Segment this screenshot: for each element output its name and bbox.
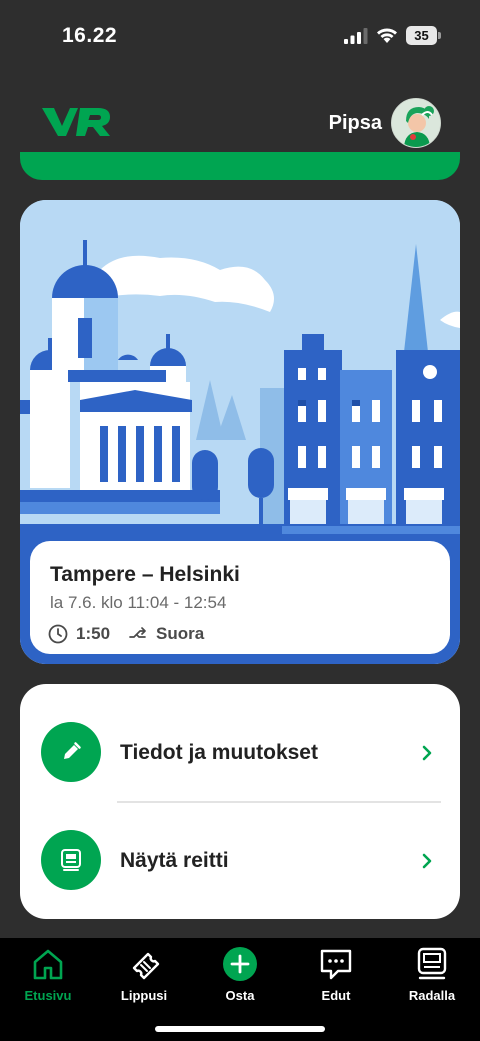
pencil-icon	[64, 742, 81, 759]
direct-route-icon	[129, 627, 146, 638]
trip-meta: 1:50 Suora	[48, 623, 204, 645]
wifi-icon	[377, 28, 397, 43]
chat-bubble-icon	[320, 949, 352, 980]
details-and-changes-button[interactable]: Tiedot ja muutokset	[20, 708, 460, 798]
user-name[interactable]: Pipsa	[329, 112, 382, 135]
status-bar: 16.22 35	[0, 0, 480, 70]
home-icon	[33, 949, 63, 980]
show-route-label: Näytä reitti	[120, 849, 229, 872]
bottom-nav: Etusivu Lippusi Osta Edut Radalla	[0, 938, 480, 1041]
actions-card: Tiedot ja muutokset Näytä reitti	[20, 684, 460, 919]
clock-icon	[48, 624, 68, 644]
chevron-right-icon	[422, 745, 432, 761]
train-icon	[61, 849, 81, 871]
trip-duration: 1:50	[76, 624, 111, 643]
nav-item-home[interactable]: Etusivu	[0, 946, 96, 1006]
trip-datetime: la 7.6. klo 11:04 - 12:54	[50, 593, 227, 612]
nav-label-benefits: Edut	[321, 988, 351, 1003]
nav-item-on-track[interactable]: Radalla	[384, 946, 480, 1006]
trip-info-panel[interactable]: Tampere – Helsinki la 7.6. klo 11:04 - 1…	[30, 541, 450, 654]
promo-banner[interactable]	[20, 152, 460, 180]
avatar-illustration	[392, 99, 440, 147]
nav-label-tickets: Lippusi	[120, 988, 168, 1003]
trip-route: Tampere – Helsinki	[50, 563, 240, 586]
train-icon	[417, 947, 447, 980]
battery-icon: 35	[406, 26, 441, 45]
action-icon-circle	[41, 830, 101, 890]
home-indicator[interactable]	[155, 1026, 325, 1032]
action-icon-circle	[41, 722, 101, 782]
show-route-button[interactable]: Näytä reitti	[20, 816, 460, 906]
details-and-changes-label: Tiedot ja muutokset	[120, 741, 318, 764]
nav-label-home: Etusivu	[24, 988, 72, 1003]
nav-item-buy[interactable]: Osta	[192, 946, 288, 1006]
nav-item-benefits[interactable]: Edut	[288, 946, 384, 1006]
trip-card[interactable]: Tampere – Helsinki la 7.6. klo 11:04 - 1…	[20, 200, 460, 664]
nav-item-tickets[interactable]: Lippusi	[96, 946, 192, 1006]
plus-circle-icon	[223, 947, 257, 981]
cellular-signal-icon	[344, 28, 368, 44]
avatar[interactable]	[391, 98, 441, 148]
vr-logo[interactable]	[40, 104, 112, 140]
status-time: 16.22	[62, 24, 118, 47]
chevron-right-icon	[422, 853, 432, 869]
ticket-icon	[132, 952, 160, 980]
divider	[117, 801, 441, 803]
battery-level: 35	[406, 26, 437, 45]
trip-connection-type: Suora	[156, 624, 205, 643]
nav-label-on-track: Radalla	[408, 988, 456, 1003]
nav-label-buy: Osta	[225, 988, 255, 1003]
banner-icons	[124, 152, 364, 160]
